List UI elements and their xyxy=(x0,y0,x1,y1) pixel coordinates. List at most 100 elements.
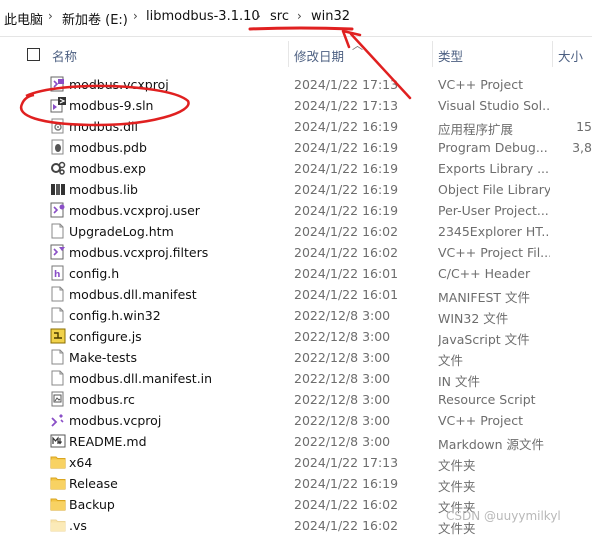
select-all-checkbox[interactable] xyxy=(27,48,40,61)
file-name: modbus.rc xyxy=(69,392,135,407)
file-row[interactable]: h config.h 2024/1/22 16:01 C/C++ Header xyxy=(0,263,592,284)
column-header-type[interactable]: 类型 xyxy=(438,46,463,65)
file-row[interactable]: modbus.vcxproj 2024/1/22 17:13 VC++ Projec… xyxy=(0,74,592,95)
file-name: modbus.lib xyxy=(69,182,138,197)
file-type: 文件夹 xyxy=(438,479,476,494)
file-row[interactable]: modbus.dll.manifest.in 2022/12/8 3:00 IN 文… xyxy=(0,368,592,389)
breadcrumb-item-drive-e[interactable]: 新加卷 (E:) xyxy=(62,9,128,28)
file-row[interactable]: modbus.rc 2022/12/8 3:00 Resource Script xyxy=(0,389,592,410)
file-row[interactable]: Release 2024/1/22 16:19 文件夹 xyxy=(0,473,592,494)
file-size: 3,8 xyxy=(572,140,592,155)
document-icon xyxy=(50,370,66,386)
file-name: modbus.exp xyxy=(69,161,146,176)
file-row[interactable]: modbus.dll 2024/1/22 16:19 应用程序扩展 15 xyxy=(0,116,592,137)
file-name: Backup xyxy=(69,497,115,512)
file-row[interactable]: config.h.win32 2022/12/8 3:00 WIN32 文件 xyxy=(0,305,592,326)
file-date: 2022/12/8 3:00 xyxy=(294,308,391,323)
column-divider[interactable] xyxy=(432,41,433,67)
file-date: 2024/1/22 16:19 xyxy=(294,203,399,218)
file-name: modbus.dll.manifest xyxy=(69,287,197,302)
file-row[interactable]: modbus.exp 2024/1/22 16:19 Exports Library… xyxy=(0,158,592,179)
file-name: UpgradeLog.htm xyxy=(69,224,174,239)
file-row[interactable]: Make-tests 2022/12/8 3:00 文件 xyxy=(0,347,592,368)
file-name: x64 xyxy=(69,455,93,470)
file-name: README.md xyxy=(69,434,147,449)
file-row[interactable]: modbus.vcproj 2022/12/8 3:00 VC++ Project xyxy=(0,410,592,431)
file-name: modbus.vcxproj.user xyxy=(69,203,200,218)
exp-icon xyxy=(50,160,66,176)
file-date: 2024/1/22 16:02 xyxy=(294,224,399,239)
breadcrumb-separator[interactable]: › xyxy=(297,9,302,23)
breadcrumb-item-src[interactable]: src xyxy=(270,9,289,24)
file-type: MANIFEST 文件 xyxy=(438,290,531,305)
resource-script-icon xyxy=(50,391,66,407)
file-name: config.h xyxy=(69,266,120,281)
file-name: modbus.dll.manifest.in xyxy=(69,371,213,386)
column-header-size[interactable]: 大小 xyxy=(558,46,583,65)
file-type: VC++ Project xyxy=(438,77,523,92)
watermark: CSDN @uuyymilkyl xyxy=(446,509,561,523)
file-type: C/C++ Header xyxy=(438,266,531,281)
column-divider[interactable] xyxy=(288,41,289,67)
file-type: Per-User Project... xyxy=(438,203,549,218)
file-row[interactable]: README.md 2022/12/8 3:00 Markdown 源文件 xyxy=(0,431,592,452)
sort-descending-icon: ︿ xyxy=(352,39,363,52)
breadcrumb-separator[interactable]: › xyxy=(256,9,261,23)
file-name: modbus-9.sln xyxy=(69,98,154,113)
file-name: modbus.vcxproj xyxy=(69,77,169,92)
vcxproj-user-icon xyxy=(50,202,66,218)
breadcrumb-separator[interactable]: › xyxy=(133,9,138,23)
column-header-date[interactable]: 修改日期 xyxy=(294,46,344,65)
file-date: 2024/1/22 16:19 xyxy=(294,161,399,176)
file-date: 2024/1/22 17:13 xyxy=(294,77,399,92)
file-date: 2024/1/22 17:13 xyxy=(294,98,399,113)
file-name: modbus.pdb xyxy=(69,140,147,155)
column-header: 名称 ︿ 修改日期 类型 大小 xyxy=(0,37,592,69)
breadcrumb-separator[interactable]: › xyxy=(48,9,53,23)
column-header-name[interactable]: 名称 xyxy=(52,46,77,65)
file-row[interactable]: configure.js 2022/12/8 3:00 JavaScript 文件 xyxy=(0,326,592,347)
file-type: Program Debug... xyxy=(438,140,548,155)
file-row[interactable]: modbus.lib 2024/1/22 16:19 Object File Lib… xyxy=(0,179,592,200)
header-file-icon: h xyxy=(50,265,66,281)
breadcrumb-item-libmodbus[interactable]: libmodbus-3.1.10 xyxy=(146,9,260,24)
file-date: 2024/1/22 16:19 xyxy=(294,182,399,197)
file-row[interactable]: modbus-9.sln 2024/1/22 17:13 Visual Studio… xyxy=(0,95,592,116)
breadcrumb-item-win32[interactable]: win32 xyxy=(311,9,350,24)
document-icon xyxy=(50,307,66,323)
file-row[interactable]: modbus.pdb 2024/1/22 16:19 Program Debug..… xyxy=(0,137,592,158)
file-date: 2022/12/8 3:00 xyxy=(294,371,391,386)
column-divider[interactable] xyxy=(552,41,553,67)
file-name: configure.js xyxy=(69,329,142,344)
file-type: 2345Explorer HT... xyxy=(438,224,550,239)
file-row[interactable]: modbus.dll.manifest 2024/1/22 16:01 MANIFE… xyxy=(0,284,592,305)
file-date: 2024/1/22 16:02 xyxy=(294,245,399,260)
file-row[interactable]: x64 2024/1/22 17:13 文件夹 xyxy=(0,452,592,473)
file-row[interactable]: UpgradeLog.htm 2024/1/22 16:02 2345Explore… xyxy=(0,221,592,242)
breadcrumb-item-this-pc[interactable]: 此电脑 xyxy=(4,9,43,28)
file-date: 2022/12/8 3:00 xyxy=(294,392,391,407)
file-type: 文件夹 xyxy=(438,458,476,473)
folder-icon xyxy=(50,475,66,491)
file-type: WIN32 文件 xyxy=(438,311,509,326)
document-icon xyxy=(50,349,66,365)
document-icon xyxy=(50,286,66,302)
vcproj-icon xyxy=(50,412,66,428)
dll-icon xyxy=(50,118,66,134)
file-name: modbus.vcproj xyxy=(69,413,162,428)
visual-studio-solution-icon xyxy=(50,97,66,113)
file-type: 应用程序扩展 xyxy=(438,122,514,137)
file-row[interactable]: modbus.vcxproj.filters 2024/1/22 16:02 VC+… xyxy=(0,242,592,263)
document-icon xyxy=(50,223,66,239)
file-name: modbus.vcxproj.filters xyxy=(69,245,209,260)
file-date: 2022/12/8 3:00 xyxy=(294,434,391,449)
file-type: Exports Library ... xyxy=(438,161,550,176)
file-date: 2024/1/22 16:02 xyxy=(294,497,399,512)
vcxproj-icon xyxy=(50,76,66,92)
pdb-icon xyxy=(50,139,66,155)
vcxproj-filters-icon xyxy=(50,244,66,260)
hidden-folder-icon xyxy=(50,517,66,533)
file-row[interactable]: modbus.vcxproj.user 2024/1/22 16:19 Per-Us… xyxy=(0,200,592,221)
file-name: Make-tests xyxy=(69,350,137,365)
file-date: 2024/1/22 16:19 xyxy=(294,476,399,491)
